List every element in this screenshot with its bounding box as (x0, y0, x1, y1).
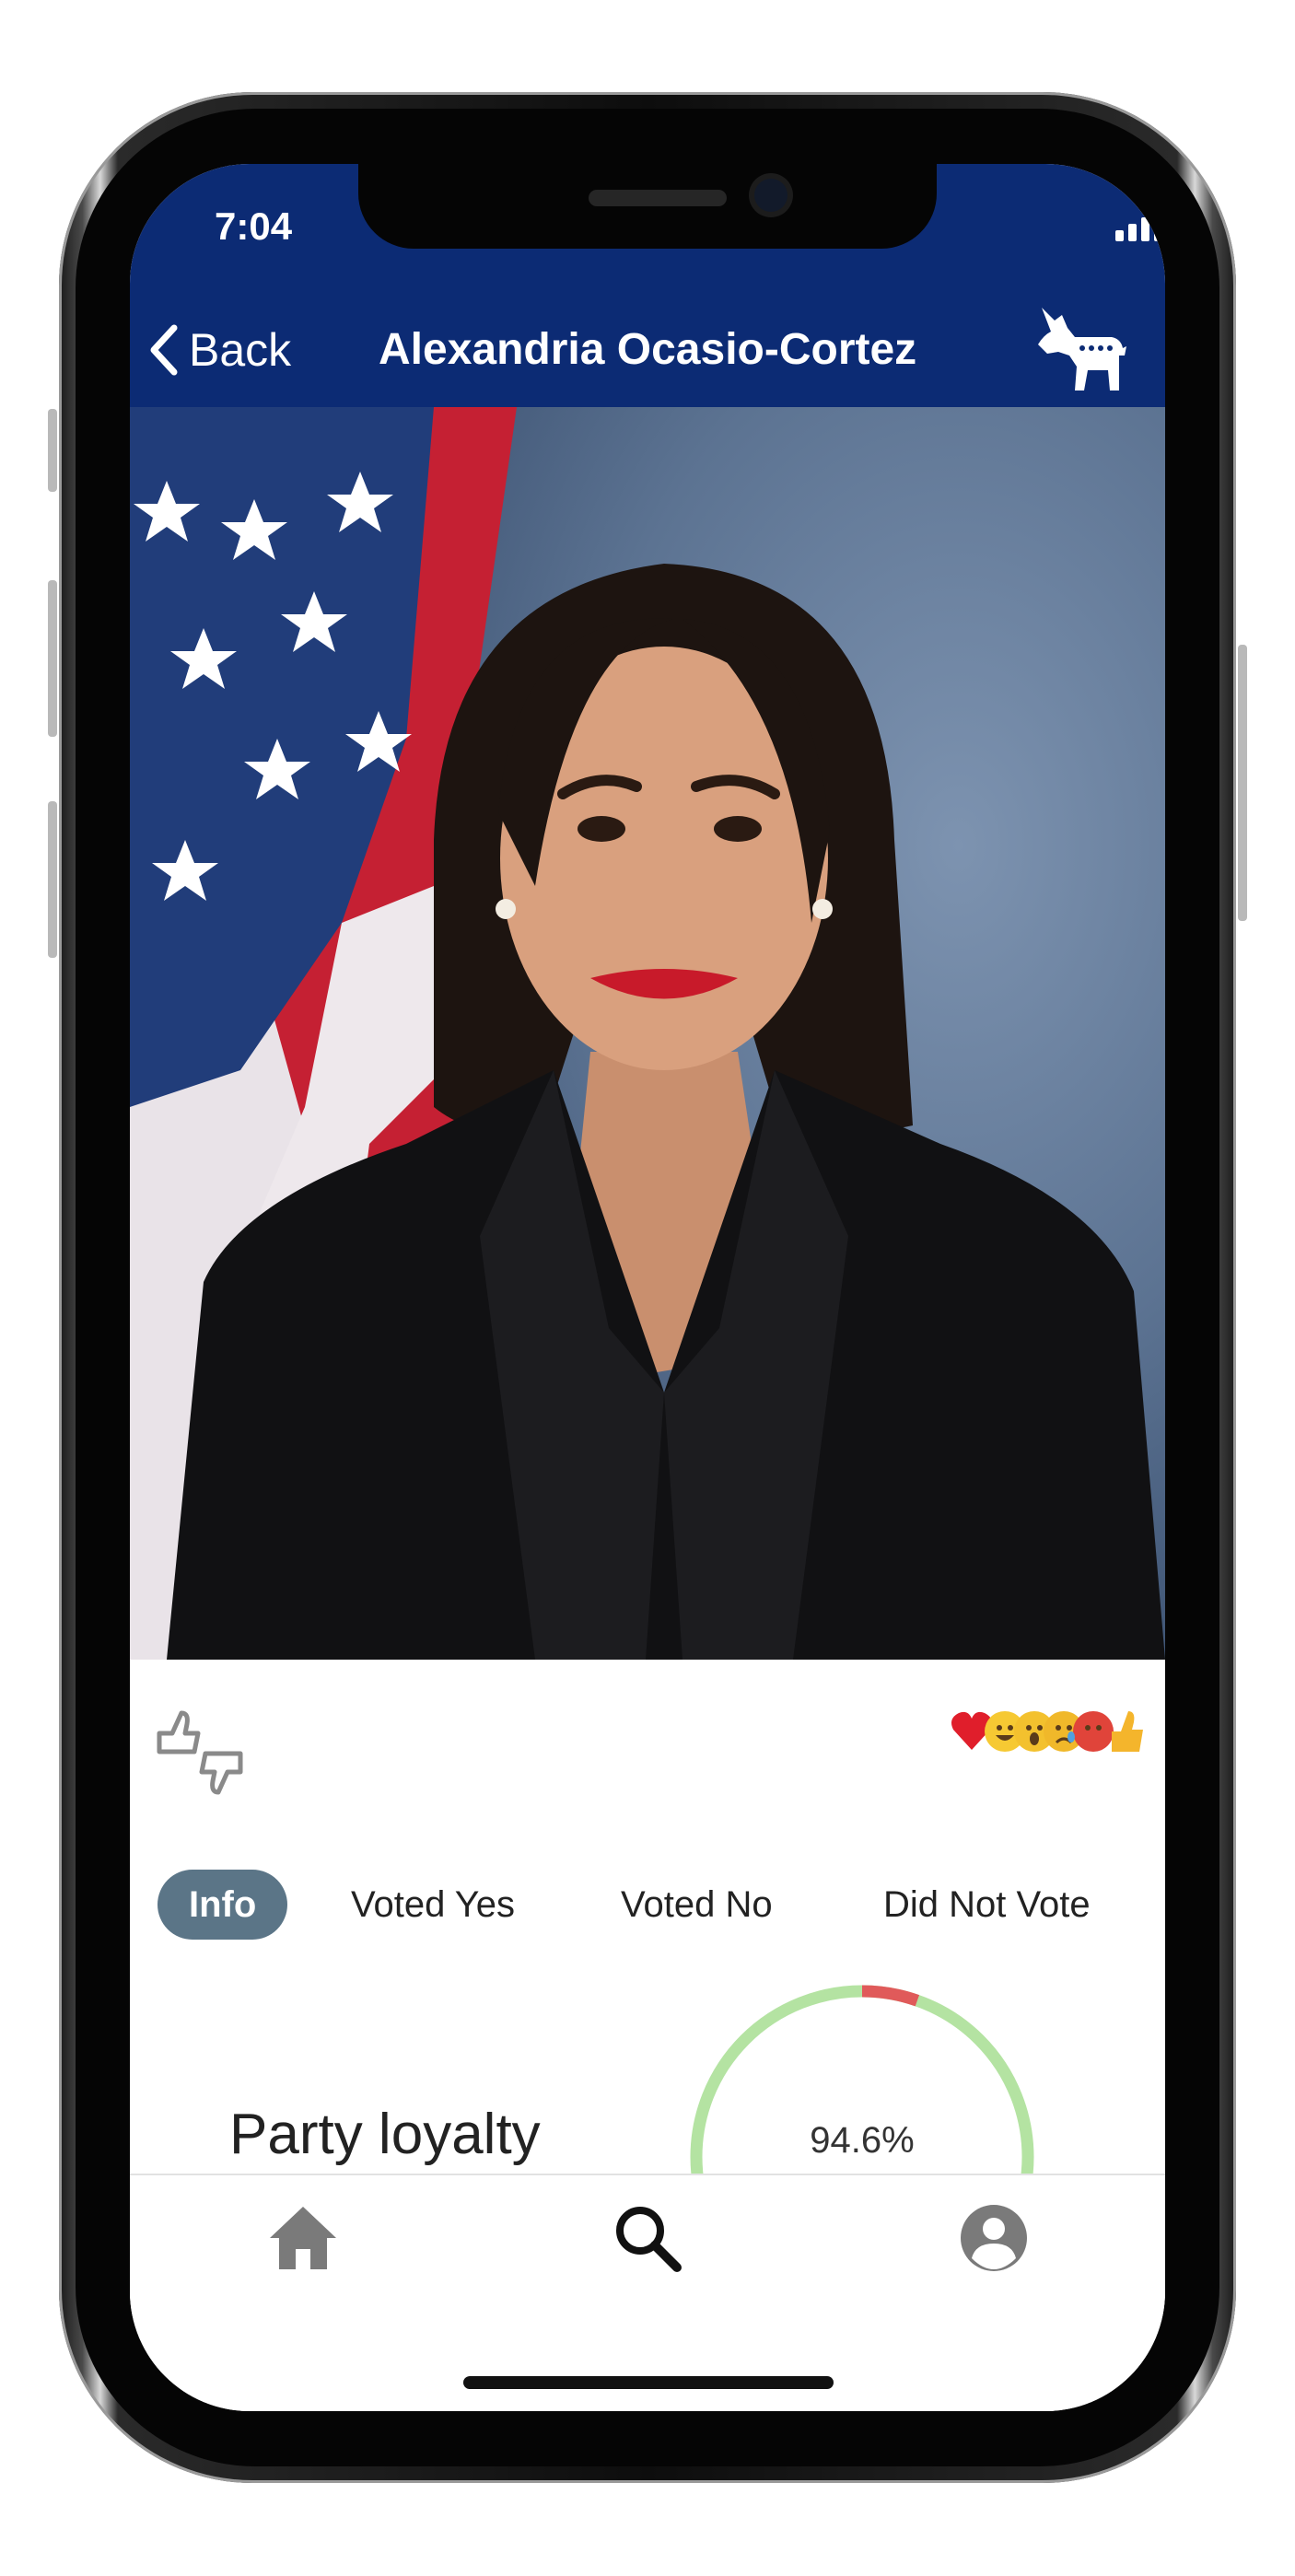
page-title: Alexandria Ocasio-Cortez (379, 325, 917, 374)
front-camera (754, 179, 788, 212)
portrait-illustration (130, 407, 1165, 1660)
volume-up-button (48, 580, 57, 737)
thumbs-up-icon (1112, 1711, 1143, 1752)
back-label: Back (189, 324, 292, 376)
home-indicator (463, 2376, 834, 2389)
party-loyalty-value: 94.6% (810, 2120, 915, 2161)
tab-voted-yes[interactable]: Voted Yes (351, 1870, 515, 1940)
back-button[interactable]: Back (148, 321, 291, 379)
search-icon[interactable] (611, 2201, 684, 2275)
volume-down-button (48, 801, 57, 958)
tab-bar-segments: Info Voted Yes Voted No Did Not Vote (158, 1870, 1152, 1940)
chevron-left-icon (150, 324, 178, 376)
status-time: 7:04 (215, 204, 293, 248)
phone-screen: 7:04 Back Alexandria Ocasio-Cortez Info … (130, 164, 1165, 2411)
angry-icon (1073, 1711, 1114, 1752)
nav-header: 7:04 Back Alexandria Ocasio-Cortez (130, 164, 1165, 407)
notch (358, 164, 937, 249)
reactions-icon[interactable] (950, 1706, 1145, 1754)
home-icon[interactable] (266, 2201, 340, 2275)
democratic-donkey-icon (1038, 308, 1126, 390)
silent-switch (48, 409, 57, 492)
portrait-photo (130, 407, 1165, 1660)
cellular-signal-icon (1115, 208, 1165, 241)
profile-icon[interactable] (957, 2201, 1031, 2275)
party-loyalty-label: Party loyalty (229, 2103, 541, 2166)
speaker-grille (589, 190, 727, 206)
tab-info[interactable]: Info (158, 1870, 288, 1940)
thumbs-up-down-icon[interactable] (154, 1706, 246, 1798)
info-card: Info Voted Yes Voted No Did Not Vote Par… (130, 1660, 1165, 2329)
power-button (1238, 645, 1247, 921)
tab-voted-no[interactable]: Voted No (621, 1870, 773, 1940)
tab-did-not-vote[interactable]: Did Not Vote (883, 1870, 1091, 1940)
